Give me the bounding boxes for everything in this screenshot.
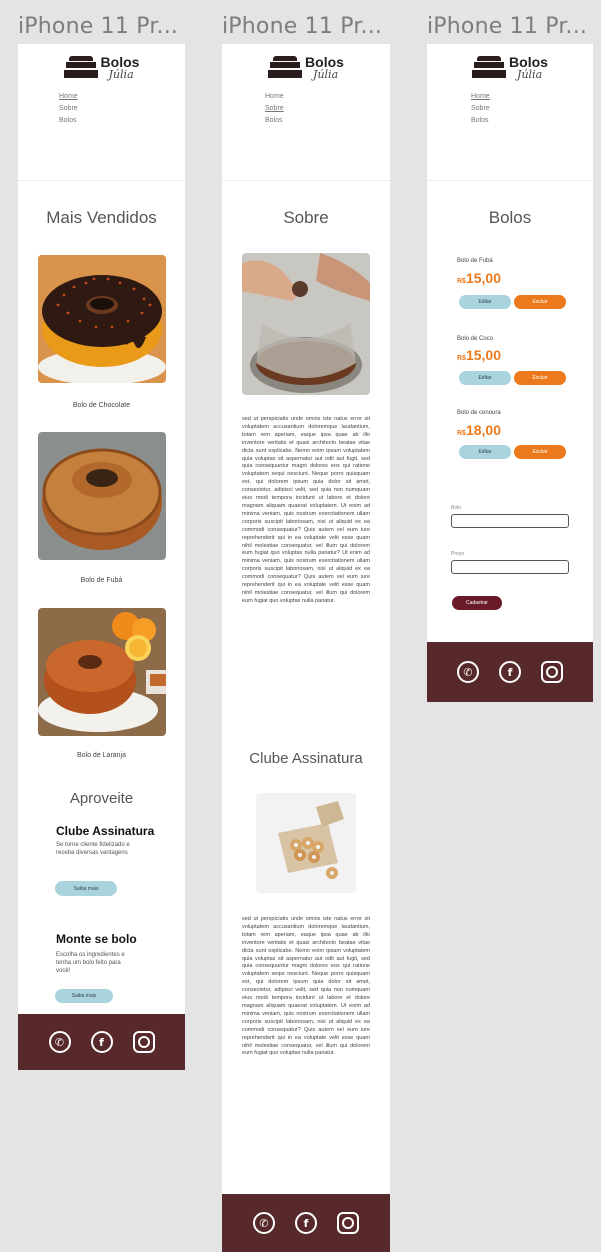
nav-item-home[interactable]: Home [265,92,284,104]
card-title: Monte se bolo [56,932,137,946]
frame-title-bolos: iPhone 11 Pr... [427,14,588,39]
nav-menu: Home Sobre Bolos [471,92,490,128]
logo[interactable]: Bolos Júlia [18,50,185,84]
nav-item-sobre[interactable]: Sobre [265,104,284,116]
logo-title: Bolos [509,53,548,70]
logo-title: Bolos [305,53,344,70]
delete-button[interactable]: Excluir [514,371,566,385]
edit-button[interactable]: Editar [459,295,511,309]
cake-name: Bolo de Fubá [457,258,493,264]
instagram-icon[interactable] [541,661,563,683]
frame-title-home: iPhone 11 Pr... [18,14,179,39]
frame-title-sobre: iPhone 11 Pr... [222,14,383,39]
about-image [242,253,370,395]
nav-item-bolos[interactable]: Bolos [265,116,284,128]
delete-button[interactable]: Excluir [514,295,566,309]
artboard-bolos: Bolos Júlia Home Sobre Bolos Bolos Bolo d… [427,44,593,702]
cake-icon [268,54,303,80]
instagram-icon[interactable] [132,1031,155,1053]
product-image-chocolate[interactable] [38,255,166,383]
logo-title: Bolos [100,53,140,70]
instagram-icon[interactable] [337,1212,359,1234]
whatsapp-icon[interactable]: ✆ [457,661,479,683]
divider [222,180,390,181]
cake-icon [63,54,98,80]
price-input[interactable] [451,560,569,574]
footer: ✆ f [427,642,593,702]
about-text: sed ut perspiciatis unde omnis iste natu… [242,416,370,604]
artboard-sobre: Bolos Júlia Home Sobre Bolos Sobre sed ut… [222,44,390,1252]
cake-name: Bolo de Coco [457,336,494,342]
edit-button[interactable]: Editar [459,371,511,385]
section-title-bolos: Bolos [488,208,532,227]
bolo-input[interactable] [451,514,569,528]
nav-item-bolos[interactable]: Bolos [471,116,490,128]
nav-item-home[interactable]: Home [59,92,78,104]
cake-name: Bolo de cenoura [457,410,501,416]
divider [427,180,593,181]
club-text: sed ut perspiciatis unde omnis iste natu… [242,916,370,1057]
nav-item-home[interactable]: Home [471,92,490,104]
edit-button[interactable]: Editar [459,445,511,459]
cake-price: R$15,00 [457,347,501,363]
field-label-preco: Preço [451,551,465,557]
product-image-laranja[interactable] [38,608,166,736]
card-text: Se torne cliente fidelizado e receba div… [56,842,130,856]
section-title-clube: Clube Assinatura [249,750,363,767]
product-name: Bolo de Chocolate [72,402,131,409]
nav-item-sobre[interactable]: Sobre [59,104,78,116]
delete-button[interactable]: Excluir [514,445,566,459]
saiba-mais-button[interactable]: Saiba mais [55,881,117,896]
logo-subtitle: Júlia [108,67,134,81]
logo-subtitle: Júlia [517,67,543,81]
cake-price: R$15,00 [457,270,501,286]
facebook-icon[interactable]: f [90,1031,113,1053]
product-image-fuba[interactable] [38,432,166,560]
section-title-mais-vendidos: Mais Vendidos [46,208,157,227]
nav-item-bolos[interactable]: Bolos [59,116,78,128]
facebook-icon[interactable]: f [499,661,521,683]
nav-menu: Home Sobre Bolos [59,92,78,128]
field-label-bolo: Bolo [451,505,462,511]
facebook-icon[interactable]: f [295,1212,317,1234]
footer: ✆ f [222,1194,390,1252]
section-title-aproveite: Aproveite [69,790,134,807]
cake-price: R$18,00 [457,422,501,438]
cadastrar-button[interactable]: Cadastrar [452,596,502,610]
section-title-sobre: Sobre [283,208,329,227]
footer: ✆ f [18,1014,185,1070]
logo[interactable]: Bolos Júlia [222,50,390,84]
saiba-mais-button[interactable]: Saiba mais [55,989,113,1003]
cake-icon [472,54,507,80]
product-name: Bolo de Fubá [80,577,123,584]
nav-menu: Home Sobre Bolos [265,92,284,128]
logo[interactable]: Bolos Júlia [427,50,593,84]
artboard-home: Bolos Júlia Home Sobre Bolos Mais Vendido… [18,44,185,1070]
card-text: Escolha os ingredientes e tenha um bolo … [56,952,125,974]
product-name: Bolo de Laranja [76,752,127,759]
divider [18,180,185,181]
logo-subtitle: Júlia [313,67,339,81]
nav-item-sobre[interactable]: Sobre [471,104,490,116]
whatsapp-icon[interactable]: ✆ [48,1031,71,1053]
whatsapp-icon[interactable]: ✆ [253,1212,275,1234]
club-image [256,793,356,893]
card-title: Clube Assinatura [56,824,155,838]
